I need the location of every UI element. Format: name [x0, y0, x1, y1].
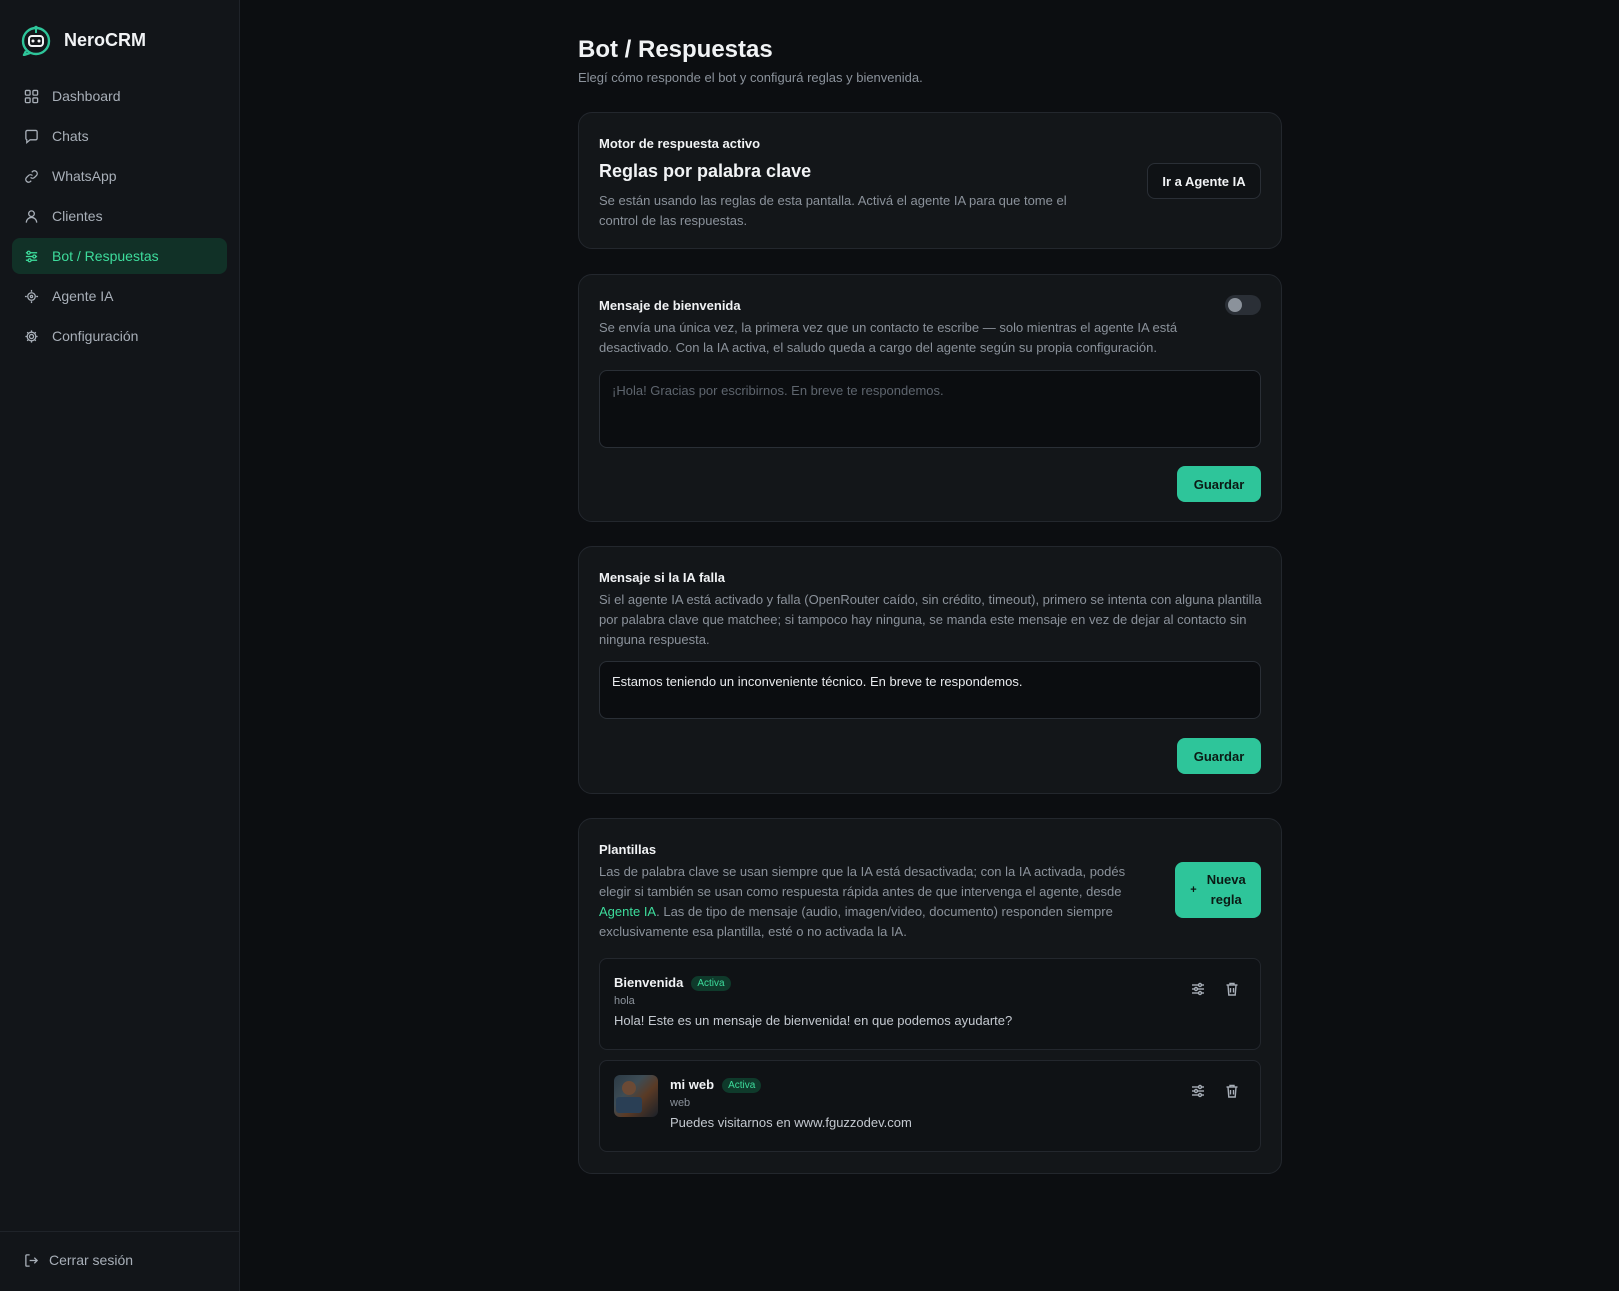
plus-icon: +: [1190, 884, 1197, 896]
sidebar-nav: Dashboard Chats WhatsApp Clientes Bot / …: [12, 78, 227, 358]
engine-description: Se están usando las reglas de esta panta…: [599, 193, 1067, 228]
bot-icon: [24, 289, 39, 303]
sidebar: NeroCRM Dashboard Chats WhatsApp Cliente…: [0, 0, 240, 1291]
template-item[interactable]: Bienvenida Activa hola Hola! Este es un m…: [599, 958, 1261, 1050]
template-name-row: mi web Activa: [670, 1077, 912, 1094]
template-name: Bienvenida: [614, 975, 684, 990]
sidebar-item-clientes[interactable]: Clientes: [12, 198, 227, 234]
sidebar-item-label: Bot / Respuestas: [52, 248, 159, 264]
sidebar-item-label: Clientes: [52, 208, 103, 224]
engine-title: Reglas por palabra clave: [599, 161, 812, 181]
sidebar-item-label: Configuración: [52, 328, 139, 344]
toggle-knob: [1228, 298, 1242, 312]
page-subtitle: Elegí cómo responde el bot y configurá r…: [578, 70, 923, 85]
save-welcome-button[interactable]: Guardar: [1177, 466, 1261, 502]
user-icon: [25, 209, 38, 223]
robot-logo-icon: [21, 25, 51, 56]
sidebar-item-chats[interactable]: Chats: [12, 118, 227, 154]
template-name-row: Bienvenida Activa: [614, 975, 1012, 992]
chat-icon: [25, 129, 38, 144]
edit-sliders-icon[interactable]: [1190, 1083, 1206, 1099]
go-to-agent-button[interactable]: Ir a Agente IA: [1147, 163, 1261, 199]
save-fallback-button[interactable]: Guardar: [1177, 738, 1261, 774]
logout-label: Cerrar sesión: [49, 1252, 134, 1268]
template-info: Bienvenida Activa hola Hola! Este es un m…: [614, 975, 1012, 1028]
template-text: Hola! Este es un mensaje de bienvenida! …: [614, 1013, 1013, 1029]
fallback-message-input[interactable]: Estamos teniendo un inconveniente técnic…: [599, 661, 1261, 719]
status-badge: Activa: [722, 1078, 762, 1094]
welcome-label: Mensaje de bienvenida: [599, 298, 741, 313]
sidebar-item-dashboard[interactable]: Dashboard: [12, 78, 227, 114]
fallback-description: Si el agente IA está activado y falla (O…: [599, 592, 1262, 647]
sidebar-item-label: Dashboard: [52, 88, 121, 104]
welcome-description: Se envía una única vez, la primera vez q…: [599, 320, 1178, 355]
thumbnail-figure: [622, 1081, 636, 1095]
gear-icon: [25, 329, 38, 343]
agent-ia-link[interactable]: Agente IA: [599, 904, 656, 919]
template-actions: [1190, 1083, 1240, 1099]
app-name: NeroCRM: [64, 29, 147, 50]
trash-icon[interactable]: [1224, 981, 1240, 997]
sidebar-item-bot-respuestas[interactable]: Bot / Respuestas: [12, 238, 227, 274]
engine-card: Motor de respuesta activo Reglas por pal…: [578, 112, 1282, 249]
page-title: Bot / Respuestas: [578, 36, 773, 63]
trash-icon[interactable]: [1224, 1083, 1240, 1099]
welcome-toggle[interactable]: [1225, 295, 1261, 315]
edit-sliders-icon[interactable]: [1190, 981, 1206, 997]
template-keyword: web: [670, 1097, 691, 1110]
template-name: mi web: [670, 1077, 715, 1092]
new-rule-label: Nueva regla: [1207, 870, 1246, 910]
sidebar-item-label: Chats: [52, 128, 89, 144]
sidebar-item-label: Agente IA: [52, 288, 114, 304]
logout-button[interactable]: Cerrar sesión: [24, 1252, 133, 1268]
templates-card: Plantillas Las de palabra clave se usan …: [578, 818, 1282, 1174]
sidebar-item-agente-ia[interactable]: Agente IA: [12, 278, 227, 314]
fallback-card: Mensaje si la IA falla Si el agente IA e…: [578, 546, 1282, 794]
template-keyword: hola: [614, 995, 635, 1008]
new-rule-label-line2: regla: [1210, 892, 1242, 907]
link-icon: [25, 169, 38, 183]
template-thumbnail: [614, 1075, 658, 1117]
engine-label: Motor de respuesta activo: [599, 136, 761, 151]
new-rule-label-line1: Nueva: [1206, 872, 1246, 887]
sidebar-item-label: WhatsApp: [52, 168, 117, 184]
templates-description: Las de palabra clave se usan siempre que…: [599, 862, 1159, 942]
templates-desc-part2: . Las de tipo de mensaje (audio, imagen/…: [599, 904, 1113, 939]
sliders-icon: [25, 250, 38, 262]
sidebar-item-whatsapp[interactable]: WhatsApp: [12, 158, 227, 194]
logout-icon: [25, 1253, 39, 1267]
templates-label: Plantillas: [599, 842, 657, 857]
template-info: mi web Activa web Puedes visitarnos en ww…: [670, 1077, 912, 1130]
new-rule-button[interactable]: + Nueva regla: [1175, 862, 1261, 918]
welcome-card: Mensaje de bienvenida Se envía una única…: [578, 274, 1282, 522]
brand[interactable]: NeroCRM: [20, 24, 146, 56]
status-badge: Activa: [691, 976, 731, 992]
thumbnail-screen: [616, 1097, 642, 1113]
sidebar-footer: Cerrar sesión: [0, 1231, 239, 1291]
template-actions: [1190, 981, 1240, 997]
fallback-label: Mensaje si la IA falla: [599, 570, 725, 585]
main-content: Bot / Respuestas Elegí cómo responde el …: [578, 34, 1282, 1174]
sidebar-item-configuracion[interactable]: Configuración: [12, 318, 227, 354]
template-text: Puedes visitarnos en www.fguzzodev.com: [670, 1115, 912, 1131]
welcome-message-input[interactable]: [599, 370, 1261, 448]
templates-desc-part1: Las de palabra clave se usan siempre que…: [599, 864, 1126, 899]
grid-icon: [24, 89, 39, 103]
template-item[interactable]: mi web Activa web Puedes visitarnos en ww…: [599, 1060, 1261, 1152]
